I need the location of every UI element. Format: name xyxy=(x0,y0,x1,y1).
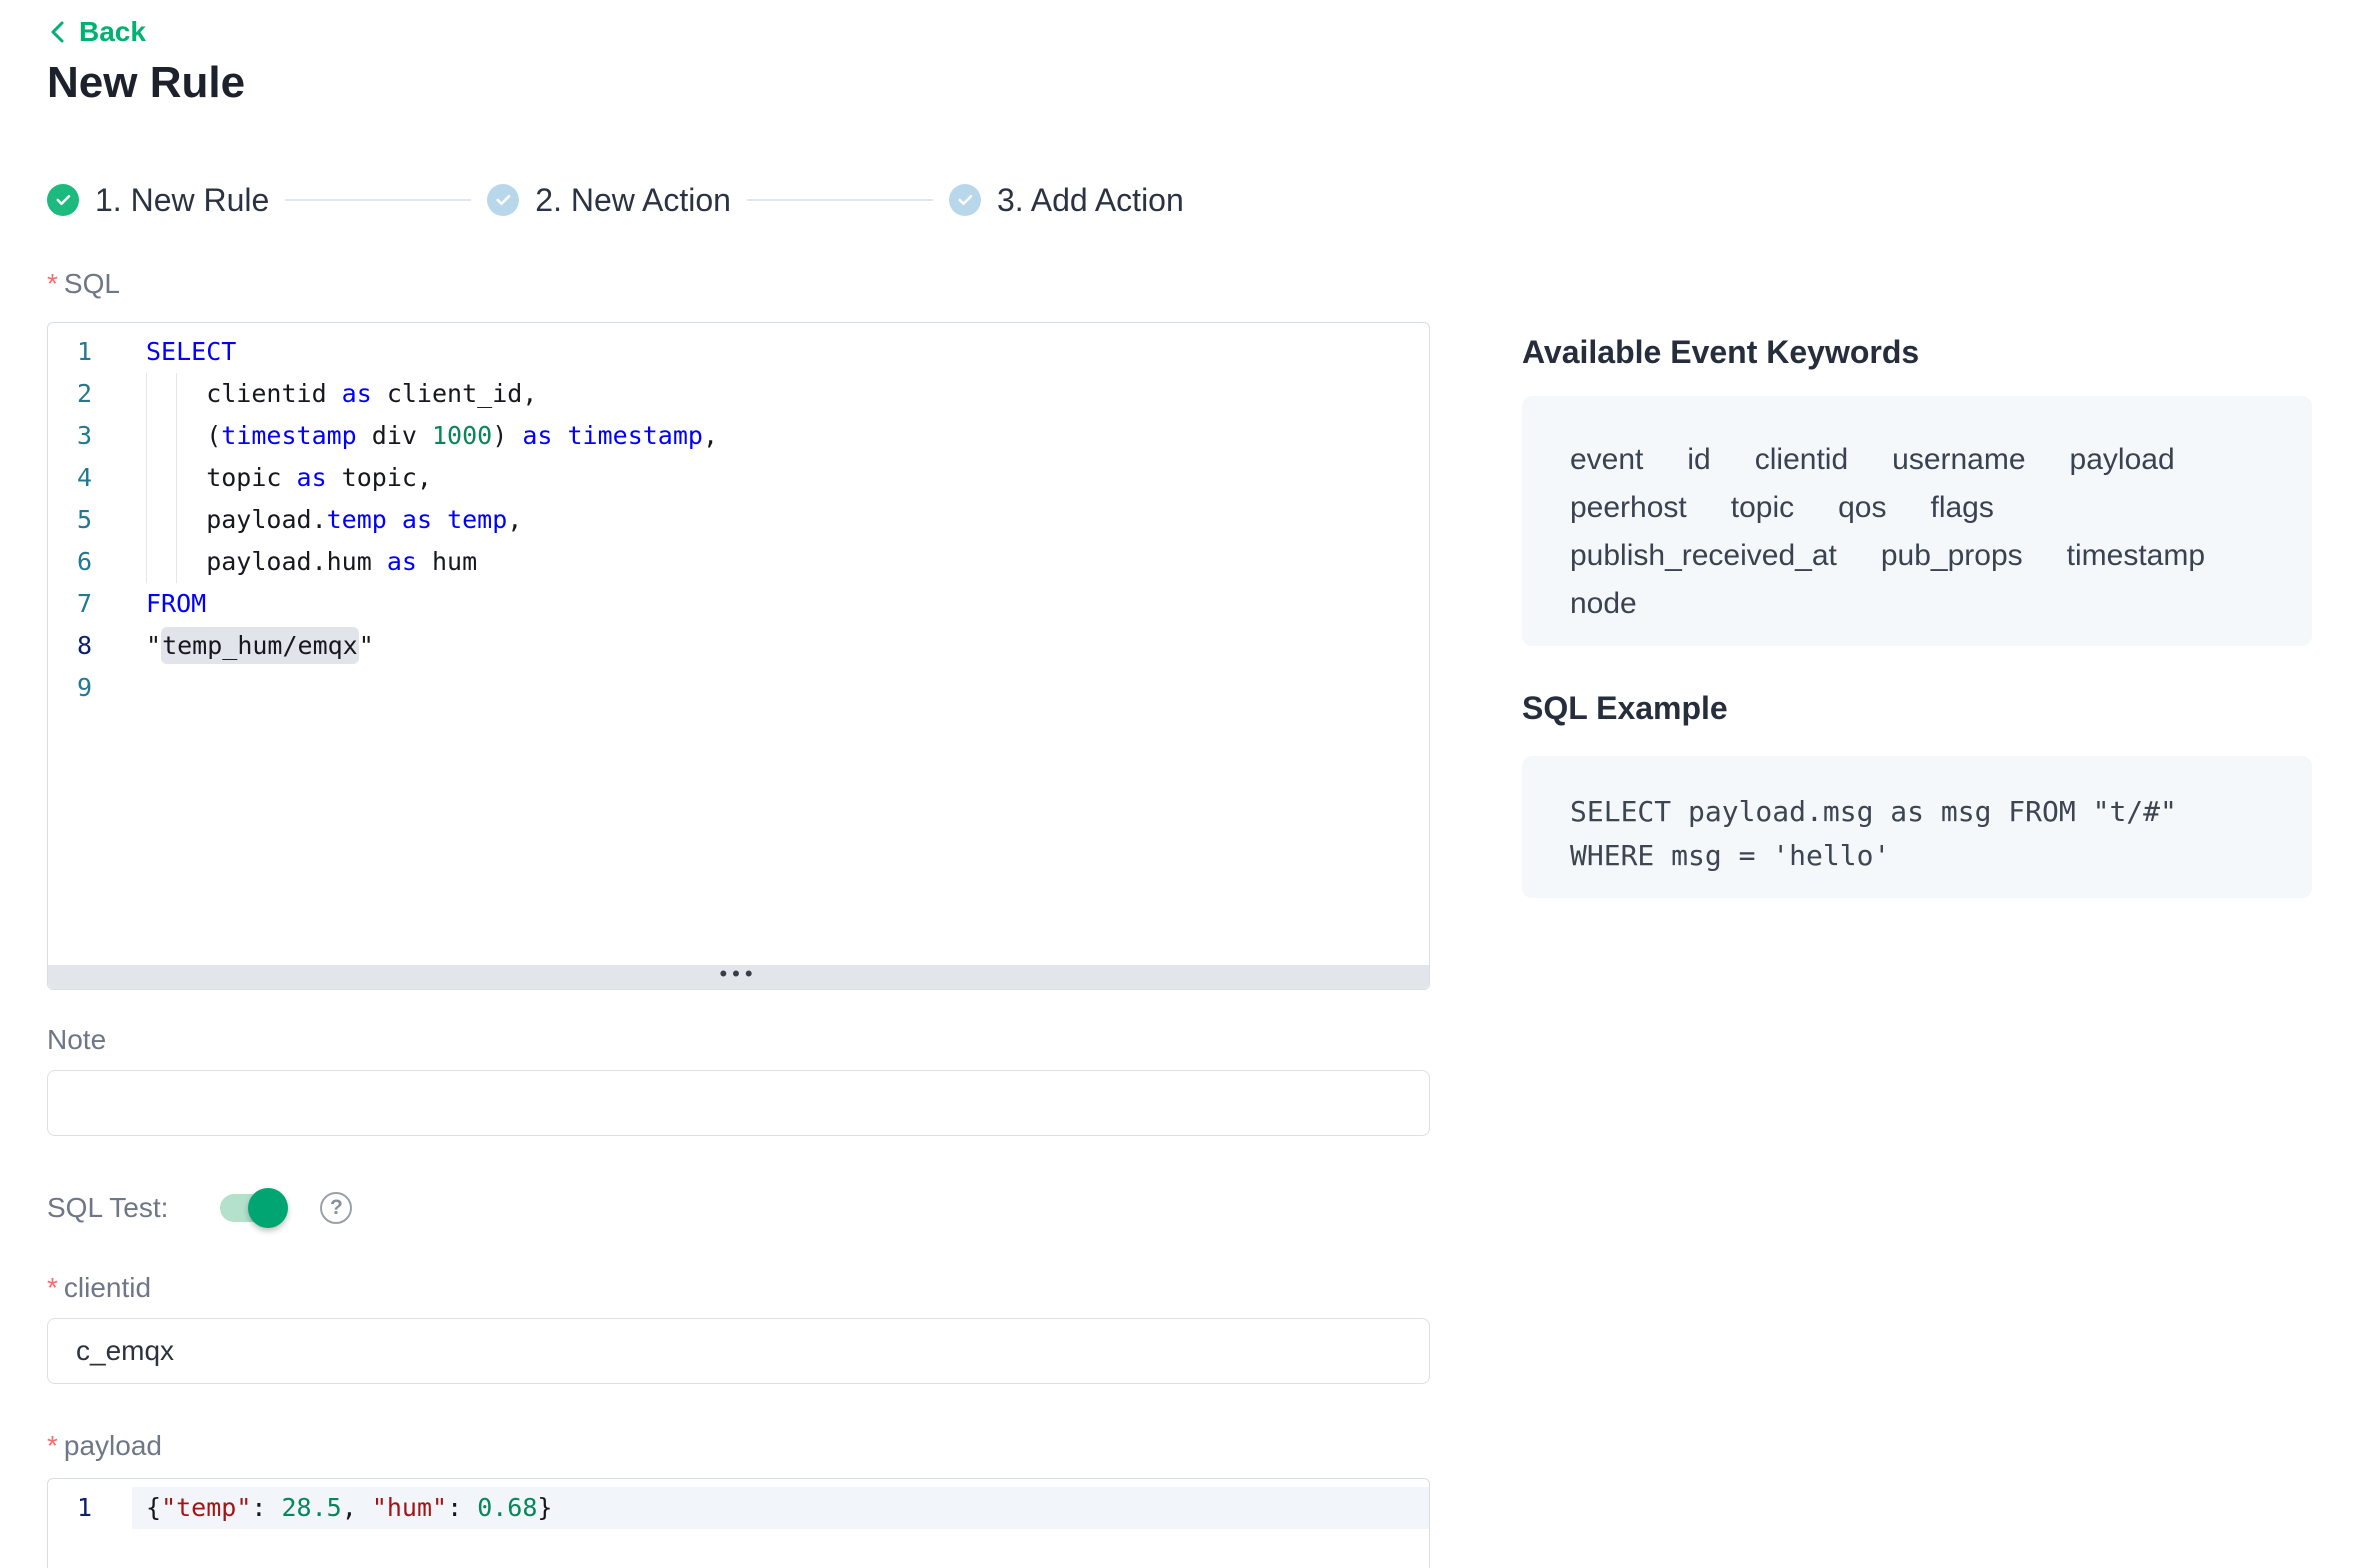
code-line: 6 payload.hum as hum xyxy=(48,541,1429,583)
step-check-icon xyxy=(47,184,79,216)
keyword-row: node xyxy=(1570,588,2264,620)
code-line: 4 topic as topic, xyxy=(48,457,1429,499)
step-new-action[interactable]: 2. New Action xyxy=(487,182,731,219)
code-line: 1 {"temp": 28.5, "hum": 0.68} xyxy=(48,1487,1429,1529)
keyword-item: qos xyxy=(1838,492,1886,524)
code-text: (timestamp div 1000) as timestamp, xyxy=(146,415,718,457)
code-text: "temp_hum/emqx" xyxy=(146,625,374,667)
clientid-input[interactable] xyxy=(47,1318,1430,1384)
sql-field-label: *SQL xyxy=(47,268,120,300)
step-connector xyxy=(747,199,933,201)
payload-editor-lines: 1 {"temp": 28.5, "hum": 0.68} xyxy=(48,1479,1429,1529)
required-marker: * xyxy=(47,268,58,299)
sql-example-card: SELECT payload.msg as msg FROM "t/#"WHER… xyxy=(1522,756,2312,898)
sql-test-label: SQL Test: xyxy=(47,1192,168,1224)
help-icon[interactable]: ? xyxy=(320,1192,352,1224)
sql-editor[interactable]: 1SELECT2 clientid as client_id,3 (timest… xyxy=(47,322,1430,990)
keyword-item: flags xyxy=(1931,492,1994,524)
back-link[interactable]: Back xyxy=(47,16,146,48)
step-connector xyxy=(285,199,471,201)
sql-test-row: SQL Test: ? xyxy=(47,1186,352,1230)
code-text: payload.temp as temp, xyxy=(146,499,522,541)
line-number: 1 xyxy=(48,331,92,373)
sql-test-toggle[interactable] xyxy=(220,1194,284,1222)
chevron-left-icon xyxy=(47,19,69,45)
step-new-rule[interactable]: 1. New Rule xyxy=(47,182,269,219)
sql-example-heading: SQL Example xyxy=(1522,690,1728,727)
line-number: 1 xyxy=(48,1487,92,1529)
keyword-item: username xyxy=(1892,444,2025,476)
code-text: clientid as client_id, xyxy=(146,373,537,415)
back-label: Back xyxy=(79,16,146,48)
editor-resize-handle[interactable]: ••• xyxy=(48,965,1429,989)
keyword-item: id xyxy=(1687,444,1710,476)
keywords-heading: Available Event Keywords xyxy=(1522,334,1919,371)
line-number: 3 xyxy=(48,415,92,457)
step-check-icon xyxy=(949,184,981,216)
keyword-item: timestamp xyxy=(2067,540,2205,572)
keyword-item: node xyxy=(1570,588,1637,620)
sql-editor-lines: 1SELECT2 clientid as client_id,3 (timest… xyxy=(48,323,1429,709)
code-text: {"temp": 28.5, "hum": 0.68} xyxy=(146,1487,552,1529)
keywords-card: event id clientid username payload peerhost to… xyxy=(1522,396,2312,646)
line-number: 5 xyxy=(48,499,92,541)
clientid-field-label: *clientid xyxy=(47,1272,151,1304)
keyword-row: event id clientid username payload xyxy=(1570,444,2264,476)
payload-editor[interactable]: 1 {"temp": 28.5, "hum": 0.68} xyxy=(47,1478,1430,1568)
step-label: 2. New Action xyxy=(535,182,731,219)
code-line: 5 payload.temp as temp, xyxy=(48,499,1429,541)
line-number: 8 xyxy=(48,625,92,667)
code-text: topic as topic, xyxy=(146,457,432,499)
code-line: 8 "temp_hum/emqx" xyxy=(48,625,1429,667)
line-number: 2 xyxy=(48,373,92,415)
required-marker: * xyxy=(47,1272,58,1303)
drag-dots-icon: ••• xyxy=(719,969,757,979)
keyword-row: publish_received_at pub_props timestamp xyxy=(1570,540,2264,572)
line-number: 4 xyxy=(48,457,92,499)
sql-example-line: SELECT payload.msg as msg FROM "t/#" xyxy=(1570,790,2264,834)
code-text: SELECT xyxy=(146,331,236,373)
note-field-label: Note xyxy=(47,1024,106,1056)
code-line: 9 xyxy=(48,667,1429,709)
keyword-item: pub_props xyxy=(1881,540,2023,572)
code-line: 3 (timestamp div 1000) as timestamp, xyxy=(48,415,1429,457)
sql-example-line: WHERE msg = 'hello' xyxy=(1570,834,2264,878)
code-line: 7 FROM xyxy=(48,583,1429,625)
line-number: 7 xyxy=(48,583,92,625)
step-label: 1. New Rule xyxy=(95,182,269,219)
code-line: 1 SELECT xyxy=(48,331,1429,373)
step-check-icon xyxy=(487,184,519,216)
keyword-item: publish_received_at xyxy=(1570,540,1837,572)
step-label: 3. Add Action xyxy=(997,182,1184,219)
keyword-item: peerhost xyxy=(1570,492,1687,524)
page-title: New Rule xyxy=(47,58,245,108)
keyword-row: peerhost topic qos flags xyxy=(1570,492,2264,524)
code-text: FROM xyxy=(146,583,206,625)
keyword-item: topic xyxy=(1731,492,1794,524)
keyword-item: payload xyxy=(2070,444,2175,476)
new-rule-page: Back New Rule 1. New Rule 2. New Action … xyxy=(0,0,2356,1568)
keyword-item: clientid xyxy=(1755,444,1848,476)
line-number: 6 xyxy=(48,541,92,583)
steps-bar: 1. New Rule 2. New Action 3. Add Action xyxy=(47,182,1184,218)
required-marker: * xyxy=(47,1430,58,1461)
code-line: 2 clientid as client_id, xyxy=(48,373,1429,415)
toggle-knob xyxy=(248,1188,288,1228)
code-text: payload.hum as hum xyxy=(146,541,477,583)
note-input[interactable] xyxy=(47,1070,1430,1136)
keyword-item: event xyxy=(1570,444,1643,476)
line-number: 9 xyxy=(48,667,92,709)
step-add-action[interactable]: 3. Add Action xyxy=(949,182,1184,219)
payload-field-label: *payload xyxy=(47,1430,162,1462)
